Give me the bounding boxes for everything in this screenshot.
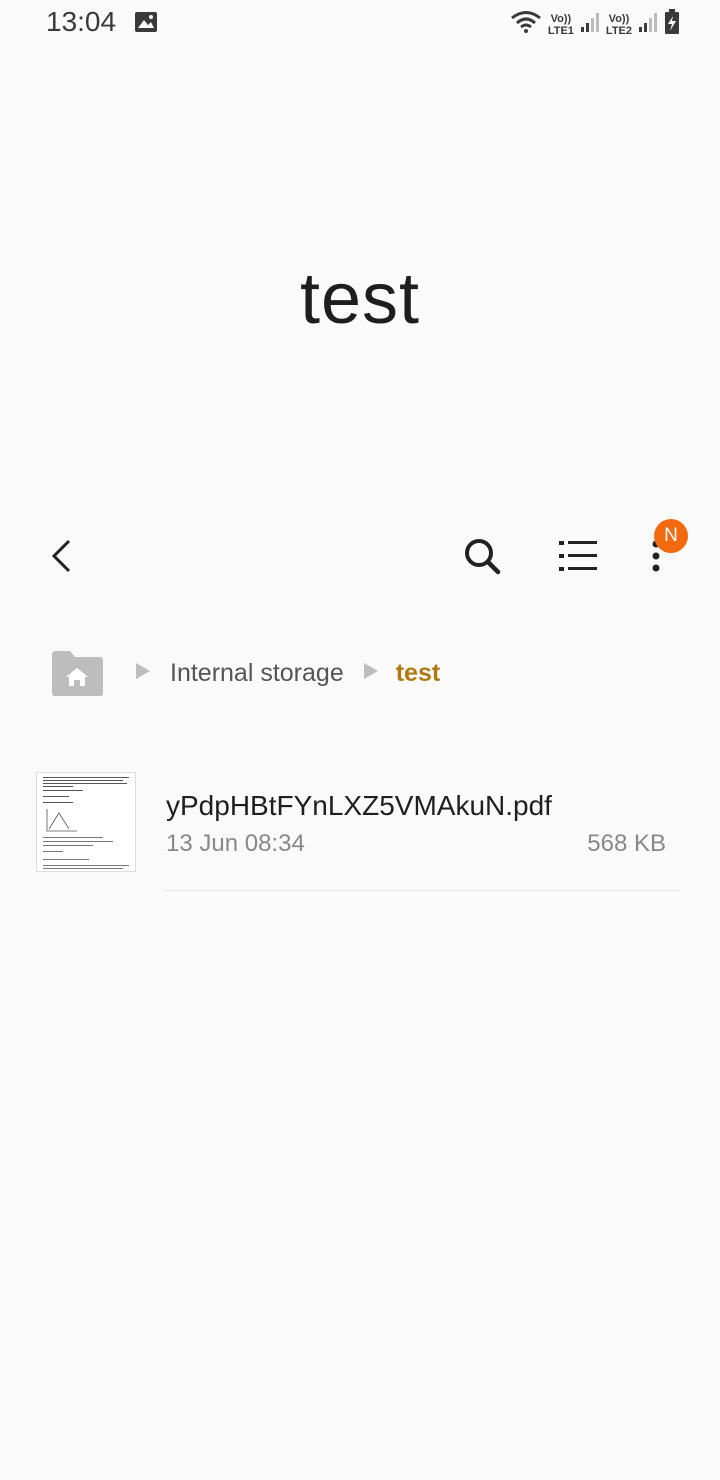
status-bar: 13:04 Vo)) LTE1 Vo)) LTE2 [0,0,720,48]
battery-charging-icon [664,9,680,40]
signal-sim2-icon [638,11,658,38]
breadcrumb: Internal storage test [50,648,440,698]
list-view-icon [559,541,597,571]
folder-title: test [299,259,421,339]
sim1-network: Vo)) LTE1 [548,13,574,37]
breadcrumb-internal-storage[interactable]: Internal storage [170,659,344,688]
volte-label: Vo)) [550,12,572,25]
file-date: 13 Jun 08:34 [166,830,305,857]
search-button[interactable] [460,534,504,578]
pdf-thumbnail [36,772,136,872]
status-time: 13:04 [46,6,117,37]
signal-sim1-icon [580,11,600,38]
home-button[interactable] [50,649,104,697]
gallery-notification-icon [134,11,158,38]
toolbar [0,520,720,592]
notification-badge: N [654,519,688,553]
file-size: 568 KB [587,830,666,857]
search-icon [465,539,501,575]
file-name: yPdpHBtFYnLXZ5VMAkuN.pdf [166,790,552,821]
wifi-icon [510,10,542,39]
breadcrumb-separator-icon [362,661,380,686]
back-button[interactable] [40,534,84,578]
home-folder-icon [52,651,103,696]
view-list-button[interactable] [556,534,600,578]
chevron-left-icon [51,539,71,573]
sim1-label: LTE1 [547,24,574,37]
status-icons: Vo)) LTE1 Vo)) LTE2 [510,9,680,40]
sim2-network: Vo)) LTE2 [606,13,632,37]
breadcrumb-separator-icon [134,661,152,686]
sim2-label: LTE2 [605,24,632,37]
breadcrumb-current-folder[interactable]: test [396,659,440,688]
volte-label: Vo)) [608,12,630,25]
list-item[interactable]: yPdpHBtFYnLXZ5VMAkuN.pdf 13 Jun 08:34 56… [0,770,720,892]
list-divider [164,890,680,891]
